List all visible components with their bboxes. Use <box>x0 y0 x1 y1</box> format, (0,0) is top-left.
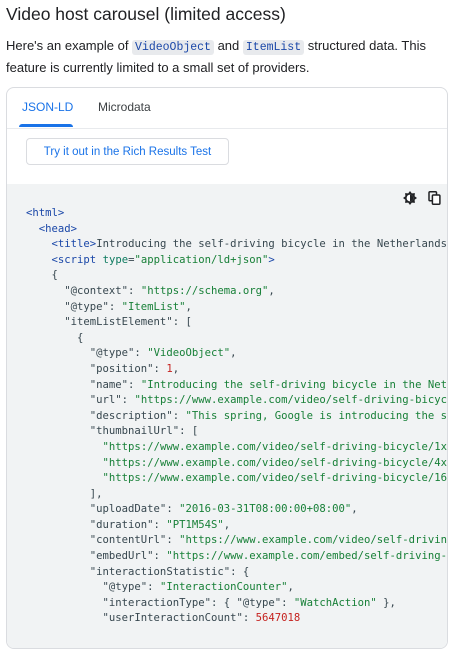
code-line: "name": "Introducing the self-driving bi… <box>26 378 447 391</box>
intro-paragraph: Here's an example of VideoObject and Ite… <box>6 36 442 78</box>
tab-microdata[interactable]: Microdata <box>98 100 151 114</box>
code-block[interactable]: <html> <head> <title>Introducing the sel… <box>7 184 448 648</box>
code-line: { <box>26 269 58 282</box>
code-line: "@type": "InteractionCounter", <box>26 581 294 594</box>
code-line: "description": "This spring, Google is i… <box>26 409 447 422</box>
tab-bar: JSON-LD Microdata <box>7 88 447 129</box>
code-line: "@context": "https://schema.org", <box>26 284 275 297</box>
code-line: "url": "https://www.example.com/video/se… <box>26 394 448 407</box>
code-line: "thumbnailUrl": [ <box>26 425 199 438</box>
code-line: "interactionType": { "@type": "WatchActi… <box>26 596 396 609</box>
intro-text-before: Here's an example of <box>6 38 133 53</box>
code-line: "https://www.example.com/video/self-driv… <box>102 440 447 453</box>
rich-results-test-button[interactable]: Try it out in the Rich Results Test <box>26 138 229 165</box>
page: Video host carousel (limited access) Her… <box>0 0 450 649</box>
code-line: <html> <box>26 207 65 219</box>
code-line: "@type": "ItemList", <box>26 300 192 313</box>
code-line: "duration": "PT1M54S", <box>26 518 231 531</box>
code-line: "https://www.example.com/video/self-driv… <box>102 456 447 469</box>
json-ld-code: <html> <head> <title>Introducing the sel… <box>26 206 448 627</box>
code-line: "https://www.example.com/video/self-driv… <box>102 472 447 485</box>
code-line: "interactionStatistic": { <box>26 565 250 578</box>
code-line: { <box>26 331 84 344</box>
tab-json-ld[interactable]: JSON-LD <box>22 100 73 114</box>
code-line: "contentUrl": "https://www.example.com/v… <box>26 534 447 547</box>
videoobject-code-link[interactable]: VideoObject <box>132 40 214 55</box>
code-line: "@type": "VideoObject", <box>26 347 237 360</box>
code-line: <title>Introducing the self-driving bicy… <box>51 238 447 251</box>
itemlist-code-link[interactable]: ItemList <box>242 40 305 55</box>
code-line: "embedUrl": "https://www.example.com/emb… <box>26 550 447 563</box>
code-line: "uploadDate": "2016-03-31T08:00:00+08:00… <box>26 503 358 516</box>
page-title: Video host carousel (limited access) <box>6 4 286 24</box>
code-line: <head> <box>38 222 78 235</box>
code-line: "itemListElement": [ <box>26 316 192 329</box>
code-line: <script type="application/ld+json"> <box>51 253 275 266</box>
code-toolbar <box>396 191 441 205</box>
code-sample-card: JSON-LD Microdata Try it out in the Rich… <box>6 87 448 649</box>
code-line: "position": 1, <box>26 362 180 375</box>
active-tab-indicator <box>19 124 73 127</box>
intro-text-middle: and <box>213 38 243 53</box>
code-line: ], <box>26 487 103 500</box>
code-line: "userInteractionCount": 5647018 <box>26 612 301 625</box>
